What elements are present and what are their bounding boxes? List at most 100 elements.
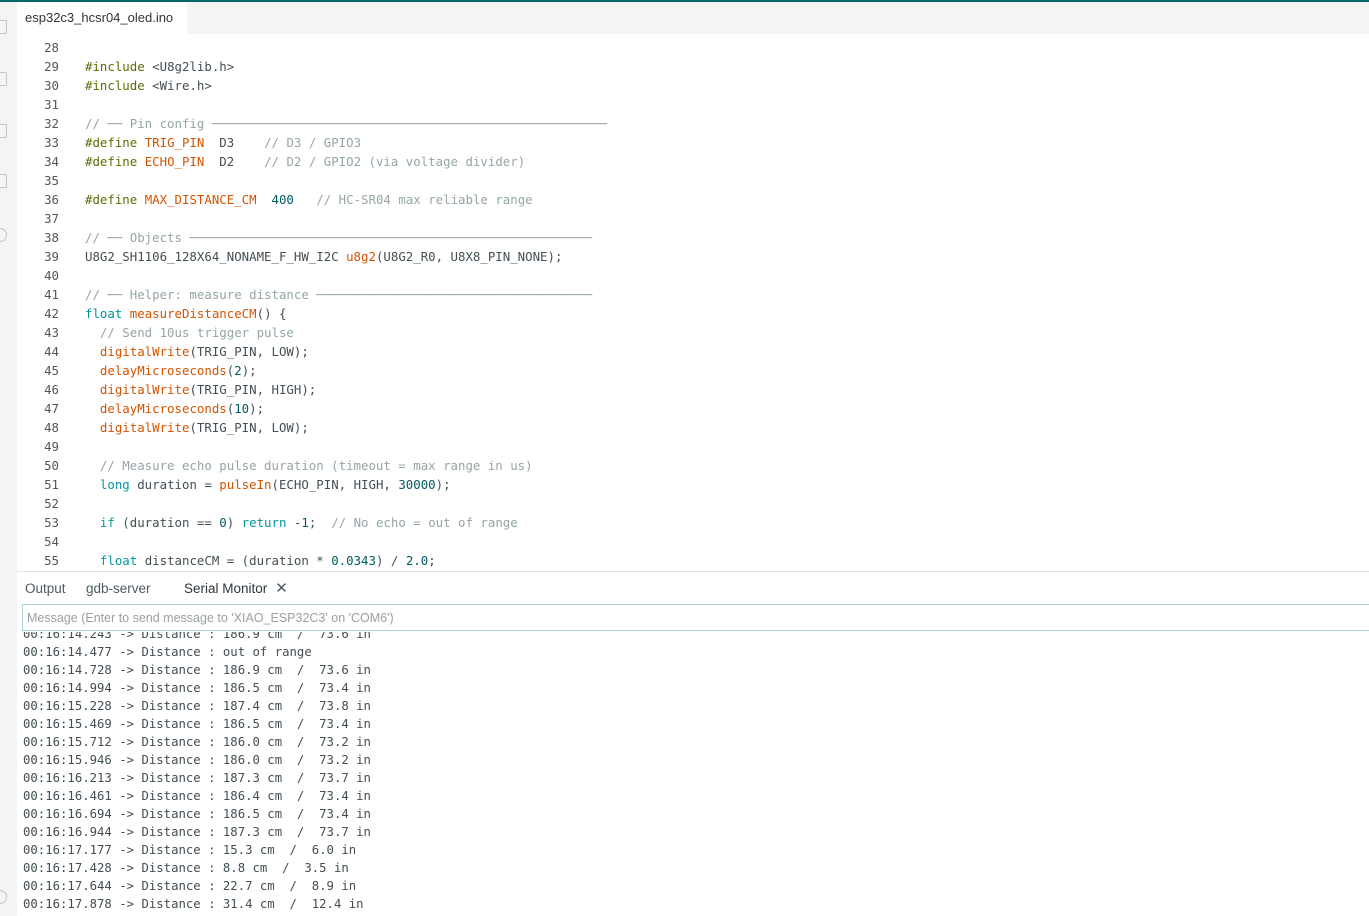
code-token: <U8g2lib.h> — [144, 59, 235, 74]
line-number: 42 — [44, 306, 59, 321]
code-token: 2 — [234, 363, 242, 378]
code-token: u8g2 — [346, 249, 376, 264]
boards-manager-icon[interactable] — [0, 72, 7, 86]
line-number: 38 — [44, 230, 59, 245]
code-token: (U8G2_R0, U8X8_PIN_NONE); — [375, 249, 563, 264]
code-token: // Measure echo pulse duration (timeout … — [85, 458, 533, 473]
code-token: float — [85, 306, 123, 321]
code-token: MAX_DISTANCE_CM — [144, 192, 257, 207]
tab-gdb-server[interactable]: gdb-server — [86, 572, 151, 605]
code-token: (ECHO_PIN, HIGH, — [271, 477, 399, 492]
serial-line: 00:16:14.994 -> Distance : 186.5 cm / 73… — [23, 681, 371, 695]
line-number: 45 — [44, 363, 59, 378]
line-number: 55 — [44, 553, 59, 568]
serial-monitor-output[interactable]: 00:16:14.243 -> Distance : 186.9 cm / 73… — [17, 632, 1369, 916]
line-number: 28 — [44, 40, 59, 55]
code-line: 51 long duration = pulseIn(ECHO_PIN, HIG… — [17, 475, 1369, 494]
line-number: 32 — [44, 116, 59, 131]
code-line: 32 // ── Pin config ─────────────────────… — [17, 114, 1369, 133]
code-line: 31 — [17, 95, 1369, 114]
code-token: U8G2_SH1106_128X64_NONAME_F_HW_I2C — [85, 249, 347, 264]
code-text: if (duration == 0) return -1; // No echo… — [85, 513, 518, 532]
code-token: 1 — [301, 515, 309, 530]
code-token: 2.0 — [405, 553, 429, 568]
code-text: digitalWrite(TRIG_PIN, HIGH); — [85, 380, 316, 399]
code-text: long duration = pulseIn(ECHO_PIN, HIGH, … — [85, 475, 451, 494]
serial-line: 00:16:17.177 -> Distance : 15.3 cm / 6.0… — [23, 843, 357, 857]
bottom-panel-tabs: Output gdb-server Serial Monitor ✕ — [17, 571, 1369, 605]
line-number: 39 — [44, 249, 59, 264]
code-text: #define ECHO_PIN D2 // D2 / GPIO2 (via v… — [85, 152, 525, 171]
code-line: 40 — [17, 266, 1369, 285]
code-text: // ── Objects ──────────────────────────… — [85, 228, 592, 247]
line-number: 41 — [44, 287, 59, 302]
serial-line: 00:16:15.228 -> Distance : 187.4 cm / 73… — [23, 699, 371, 713]
code-line: 37 — [17, 209, 1369, 228]
code-token: D3 — [204, 135, 265, 150]
code-text: delayMicroseconds(10); — [85, 399, 264, 418]
line-number: 30 — [44, 78, 59, 93]
code-token: float — [99, 553, 138, 568]
line-number: 51 — [44, 477, 59, 492]
code-token: digitalWrite — [99, 382, 190, 397]
code-token: delayMicroseconds — [99, 363, 227, 378]
code-token: digitalWrite — [99, 344, 190, 359]
code-token: return — [241, 515, 287, 530]
code-text: U8G2_SH1106_128X64_NONAME_F_HW_I2C u8g2(… — [85, 247, 562, 266]
serial-message-input[interactable] — [22, 604, 1369, 631]
code-token: ECHO_PIN — [144, 154, 205, 169]
code-line: 52 — [17, 494, 1369, 513]
code-token: D2 — [204, 154, 265, 169]
code-token: pulseIn — [219, 477, 272, 492]
code-token: // D3 / GPIO3 — [264, 135, 362, 150]
activity-sidebar — [0, 2, 17, 916]
line-number: 36 — [44, 192, 59, 207]
code-token: if — [99, 515, 115, 530]
code-line: 34 #define ECHO_PIN D2 // D2 / GPIO2 (via… — [17, 152, 1369, 171]
code-line: 41 // ── Helper: measure distance ───────… — [17, 285, 1369, 304]
code-token: */ — [85, 34, 100, 36]
debug-icon[interactable] — [0, 174, 7, 188]
library-manager-icon[interactable] — [0, 124, 7, 138]
code-text: #include <Wire.h> — [85, 76, 212, 95]
code-line: 49 — [17, 437, 1369, 456]
code-text: // Measure echo pulse duration (timeout … — [85, 456, 533, 475]
serial-line: 00:16:16.694 -> Distance : 186.5 cm / 73… — [23, 807, 371, 821]
serial-line: 00:16:17.878 -> Distance : 31.4 cm / 12.… — [23, 897, 364, 911]
editor-tab-sketch[interactable]: esp32c3_hcsr04_oled.ino — [17, 2, 188, 34]
serial-line: 00:16:16.213 -> Distance : 187.3 cm / 73… — [23, 771, 371, 785]
code-token: (TRIG_PIN, HIGH); — [189, 382, 317, 397]
code-token: #include — [85, 59, 145, 74]
line-number: 33 — [44, 135, 59, 150]
code-lines: 27*/2829#include <U8g2lib.h>30#include <… — [17, 34, 1369, 570]
code-line: 46 digitalWrite(TRIG_PIN, HIGH); — [17, 380, 1369, 399]
account-icon[interactable] — [0, 890, 7, 904]
code-line: 35 — [17, 171, 1369, 190]
search-icon[interactable] — [0, 228, 7, 242]
code-token: 10 — [234, 401, 250, 416]
line-number: 46 — [44, 382, 59, 397]
code-line: 43 // Send 10us trigger pulse — [17, 323, 1369, 342]
serial-line: 00:16:15.469 -> Distance : 186.5 cm / 73… — [23, 717, 371, 731]
code-token: ; — [308, 515, 332, 530]
code-text: // ── Helper: measure distance ─────────… — [85, 285, 592, 304]
tab-serial-monitor[interactable]: Serial Monitor ✕ — [184, 572, 288, 605]
code-line: 29 #include <U8g2lib.h> — [17, 57, 1369, 76]
code-token: // ── Helper: measure distance ─────────… — [85, 287, 593, 302]
editor-tab-bar: esp32c3_hcsr04_oled.ino — [17, 2, 1369, 34]
serial-line: 00:16:15.712 -> Distance : 186.0 cm / 73… — [23, 735, 371, 749]
line-number: 44 — [44, 344, 59, 359]
sketchbook-icon[interactable] — [0, 20, 7, 34]
line-number: 48 — [44, 420, 59, 435]
code-token: 400 — [271, 192, 294, 207]
code-token: #include — [85, 78, 145, 93]
code-editor[interactable]: 27*/2829#include <U8g2lib.h>30#include <… — [17, 34, 1369, 571]
code-token: () { — [256, 306, 287, 321]
tab-output[interactable]: Output — [25, 572, 66, 605]
code-token: distanceCM = (duration * — [137, 553, 332, 568]
close-icon[interactable]: ✕ — [275, 572, 288, 605]
